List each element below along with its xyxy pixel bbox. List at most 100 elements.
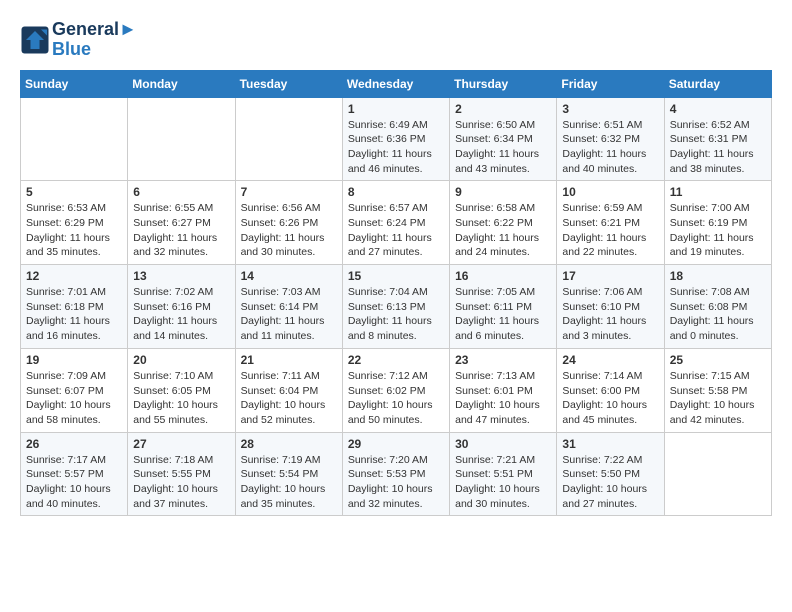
day-number: 25 <box>670 353 766 367</box>
day-number: 22 <box>348 353 444 367</box>
weekday-header-thursday: Thursday <box>450 70 557 97</box>
day-info: Sunrise: 7:15 AM Sunset: 5:58 PM Dayligh… <box>670 369 766 428</box>
calendar-cell: 13 Sunrise: 7:02 AM Sunset: 6:16 PM Dayli… <box>128 265 235 349</box>
weekday-header-tuesday: Tuesday <box>235 70 342 97</box>
calendar-cell: 9 Sunrise: 6:58 AM Sunset: 6:22 PM Daylig… <box>450 181 557 265</box>
day-info: Sunrise: 6:53 AM Sunset: 6:29 PM Dayligh… <box>26 201 122 260</box>
weekday-header-wednesday: Wednesday <box>342 70 449 97</box>
calendar-cell: 8 Sunrise: 6:57 AM Sunset: 6:24 PM Daylig… <box>342 181 449 265</box>
day-number: 29 <box>348 437 444 451</box>
day-number: 2 <box>455 102 551 116</box>
day-number: 15 <box>348 269 444 283</box>
day-number: 13 <box>133 269 229 283</box>
day-info: Sunrise: 7:04 AM Sunset: 6:13 PM Dayligh… <box>348 285 444 344</box>
day-number: 9 <box>455 185 551 199</box>
day-info: Sunrise: 7:12 AM Sunset: 6:02 PM Dayligh… <box>348 369 444 428</box>
calendar-cell: 31 Sunrise: 7:22 AM Sunset: 5:50 PM Dayli… <box>557 432 664 516</box>
day-info: Sunrise: 7:20 AM Sunset: 5:53 PM Dayligh… <box>348 453 444 512</box>
day-info: Sunrise: 6:58 AM Sunset: 6:22 PM Dayligh… <box>455 201 551 260</box>
day-number: 23 <box>455 353 551 367</box>
day-info: Sunrise: 6:57 AM Sunset: 6:24 PM Dayligh… <box>348 201 444 260</box>
day-info: Sunrise: 6:52 AM Sunset: 6:31 PM Dayligh… <box>670 118 766 177</box>
weekday-header-saturday: Saturday <box>664 70 771 97</box>
calendar-cell: 30 Sunrise: 7:21 AM Sunset: 5:51 PM Dayli… <box>450 432 557 516</box>
weekday-header-sunday: Sunday <box>21 70 128 97</box>
day-info: Sunrise: 7:18 AM Sunset: 5:55 PM Dayligh… <box>133 453 229 512</box>
calendar-cell: 21 Sunrise: 7:11 AM Sunset: 6:04 PM Dayli… <box>235 348 342 432</box>
day-info: Sunrise: 7:11 AM Sunset: 6:04 PM Dayligh… <box>241 369 337 428</box>
day-number: 1 <box>348 102 444 116</box>
calendar-cell <box>235 97 342 181</box>
day-info: Sunrise: 6:59 AM Sunset: 6:21 PM Dayligh… <box>562 201 658 260</box>
day-info: Sunrise: 6:56 AM Sunset: 6:26 PM Dayligh… <box>241 201 337 260</box>
calendar-cell: 26 Sunrise: 7:17 AM Sunset: 5:57 PM Dayli… <box>21 432 128 516</box>
logo-text: General► Blue <box>52 20 137 60</box>
day-number: 3 <box>562 102 658 116</box>
day-info: Sunrise: 7:10 AM Sunset: 6:05 PM Dayligh… <box>133 369 229 428</box>
day-number: 12 <box>26 269 122 283</box>
calendar-cell: 4 Sunrise: 6:52 AM Sunset: 6:31 PM Daylig… <box>664 97 771 181</box>
calendar-cell: 14 Sunrise: 7:03 AM Sunset: 6:14 PM Dayli… <box>235 265 342 349</box>
calendar-cell <box>128 97 235 181</box>
day-info: Sunrise: 6:55 AM Sunset: 6:27 PM Dayligh… <box>133 201 229 260</box>
calendar-cell: 23 Sunrise: 7:13 AM Sunset: 6:01 PM Dayli… <box>450 348 557 432</box>
calendar-cell: 15 Sunrise: 7:04 AM Sunset: 6:13 PM Dayli… <box>342 265 449 349</box>
day-number: 24 <box>562 353 658 367</box>
weekday-header-friday: Friday <box>557 70 664 97</box>
calendar-cell: 1 Sunrise: 6:49 AM Sunset: 6:36 PM Daylig… <box>342 97 449 181</box>
day-info: Sunrise: 7:01 AM Sunset: 6:18 PM Dayligh… <box>26 285 122 344</box>
day-number: 31 <box>562 437 658 451</box>
day-info: Sunrise: 6:51 AM Sunset: 6:32 PM Dayligh… <box>562 118 658 177</box>
day-number: 30 <box>455 437 551 451</box>
day-info: Sunrise: 6:50 AM Sunset: 6:34 PM Dayligh… <box>455 118 551 177</box>
page-header: General► Blue <box>20 20 772 60</box>
calendar-cell: 12 Sunrise: 7:01 AM Sunset: 6:18 PM Dayli… <box>21 265 128 349</box>
logo: General► Blue <box>20 20 137 60</box>
calendar-cell: 27 Sunrise: 7:18 AM Sunset: 5:55 PM Dayli… <box>128 432 235 516</box>
day-info: Sunrise: 7:09 AM Sunset: 6:07 PM Dayligh… <box>26 369 122 428</box>
calendar-cell: 3 Sunrise: 6:51 AM Sunset: 6:32 PM Daylig… <box>557 97 664 181</box>
day-number: 6 <box>133 185 229 199</box>
day-info: Sunrise: 7:02 AM Sunset: 6:16 PM Dayligh… <box>133 285 229 344</box>
calendar-cell: 20Sunrise: 7:10 AM Sunset: 6:05 PM Dayli… <box>128 348 235 432</box>
day-number: 16 <box>455 269 551 283</box>
day-info: Sunrise: 7:19 AM Sunset: 5:54 PM Dayligh… <box>241 453 337 512</box>
calendar-cell: 5 Sunrise: 6:53 AM Sunset: 6:29 PM Daylig… <box>21 181 128 265</box>
calendar-cell: 19 Sunrise: 7:09 AM Sunset: 6:07 PM Dayli… <box>21 348 128 432</box>
calendar-cell: 16Sunrise: 7:05 AM Sunset: 6:11 PM Dayli… <box>450 265 557 349</box>
calendar-cell: 29 Sunrise: 7:20 AM Sunset: 5:53 PM Dayli… <box>342 432 449 516</box>
logo-icon <box>20 25 50 55</box>
calendar-cell: 25 Sunrise: 7:15 AM Sunset: 5:58 PM Dayli… <box>664 348 771 432</box>
day-info: Sunrise: 7:03 AM Sunset: 6:14 PM Dayligh… <box>241 285 337 344</box>
calendar-cell: 10 Sunrise: 6:59 AM Sunset: 6:21 PM Dayli… <box>557 181 664 265</box>
day-number: 21 <box>241 353 337 367</box>
day-info: Sunrise: 7:06 AM Sunset: 6:10 PM Dayligh… <box>562 285 658 344</box>
day-number: 14 <box>241 269 337 283</box>
weekday-header-monday: Monday <box>128 70 235 97</box>
day-info: Sunrise: 7:22 AM Sunset: 5:50 PM Dayligh… <box>562 453 658 512</box>
day-info: Sunrise: 6:49 AM Sunset: 6:36 PM Dayligh… <box>348 118 444 177</box>
day-info: Sunrise: 7:17 AM Sunset: 5:57 PM Dayligh… <box>26 453 122 512</box>
day-info: Sunrise: 7:21 AM Sunset: 5:51 PM Dayligh… <box>455 453 551 512</box>
day-number: 27 <box>133 437 229 451</box>
calendar-cell: 11Sunrise: 7:00 AM Sunset: 6:19 PM Dayli… <box>664 181 771 265</box>
calendar-cell <box>664 432 771 516</box>
day-info: Sunrise: 7:08 AM Sunset: 6:08 PM Dayligh… <box>670 285 766 344</box>
day-info: Sunrise: 7:13 AM Sunset: 6:01 PM Dayligh… <box>455 369 551 428</box>
day-info: Sunrise: 7:14 AM Sunset: 6:00 PM Dayligh… <box>562 369 658 428</box>
calendar-cell: 6 Sunrise: 6:55 AM Sunset: 6:27 PM Daylig… <box>128 181 235 265</box>
calendar-cell: 17Sunrise: 7:06 AM Sunset: 6:10 PM Dayli… <box>557 265 664 349</box>
day-number: 4 <box>670 102 766 116</box>
day-number: 19 <box>26 353 122 367</box>
day-number: 5 <box>26 185 122 199</box>
calendar-cell: 7 Sunrise: 6:56 AM Sunset: 6:26 PM Daylig… <box>235 181 342 265</box>
calendar-cell: 28Sunrise: 7:19 AM Sunset: 5:54 PM Dayli… <box>235 432 342 516</box>
calendar-table: SundayMondayTuesdayWednesdayThursdayFrid… <box>20 70 772 517</box>
day-number: 11 <box>670 185 766 199</box>
day-number: 26 <box>26 437 122 451</box>
calendar-cell: 22 Sunrise: 7:12 AM Sunset: 6:02 PM Dayli… <box>342 348 449 432</box>
day-number: 10 <box>562 185 658 199</box>
calendar-cell: 18Sunrise: 7:08 AM Sunset: 6:08 PM Dayli… <box>664 265 771 349</box>
day-number: 8 <box>348 185 444 199</box>
day-number: 7 <box>241 185 337 199</box>
